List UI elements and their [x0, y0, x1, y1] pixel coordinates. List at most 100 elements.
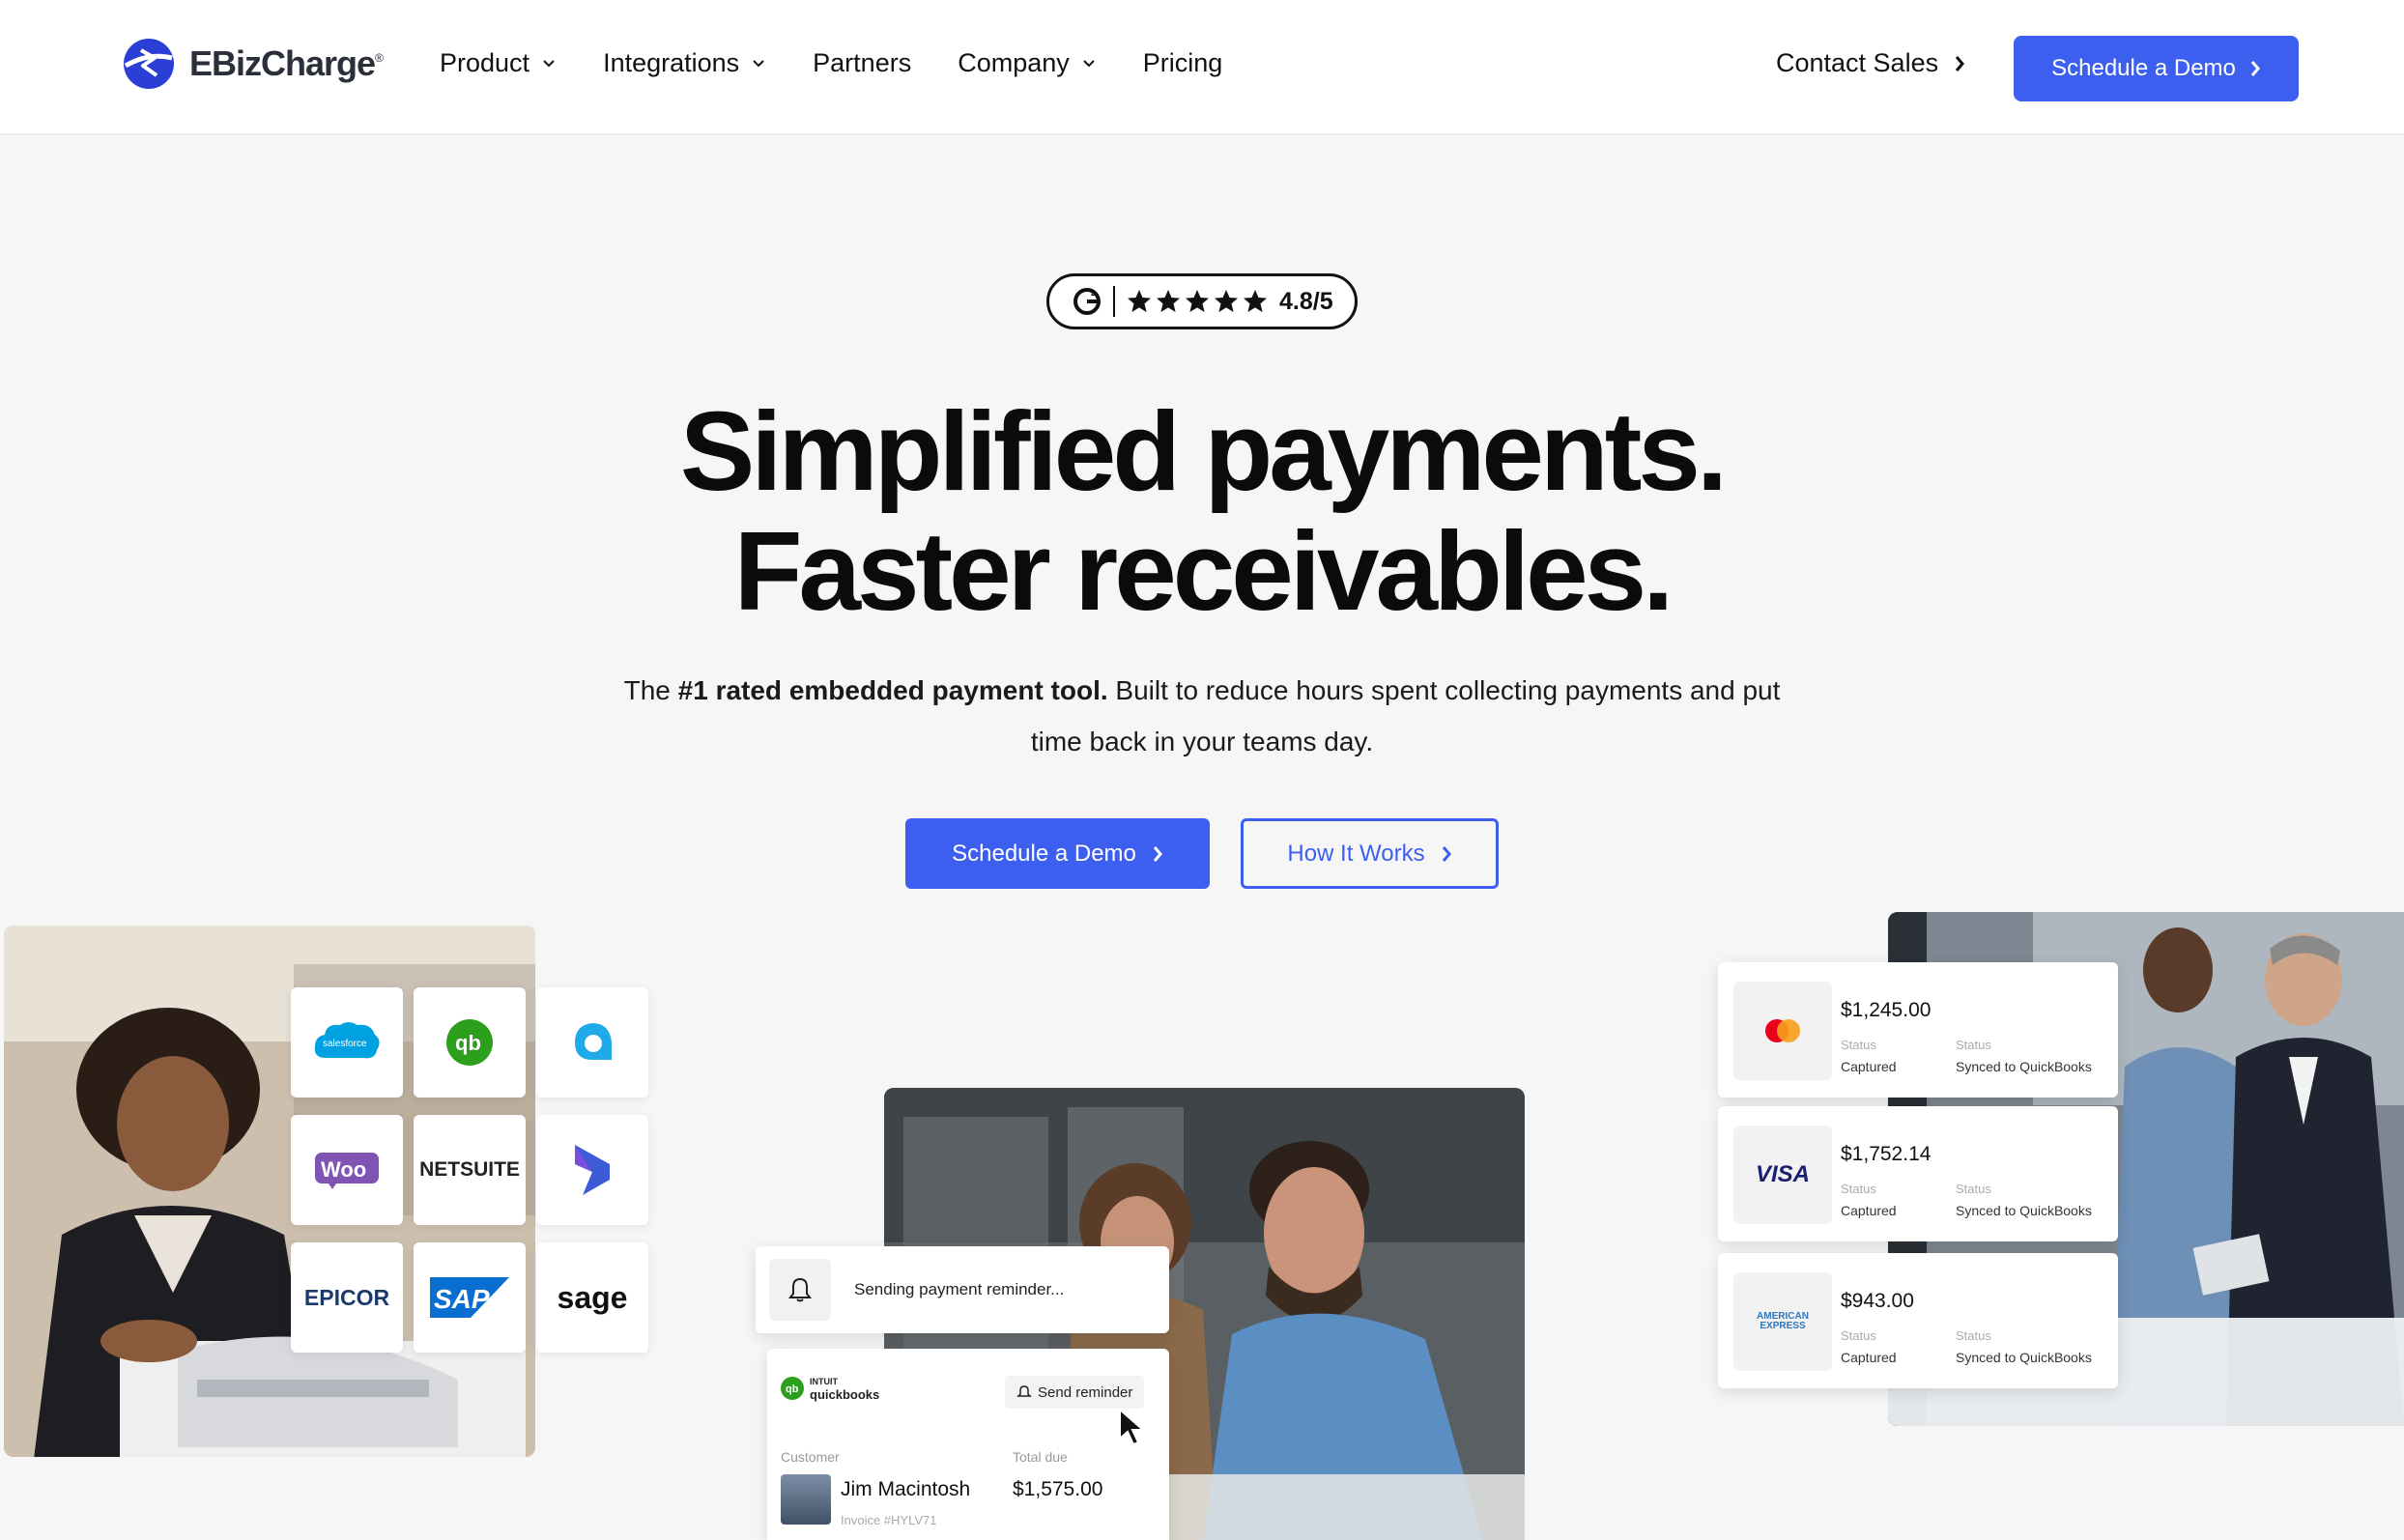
integration-epicor-tile[interactable]: EPICOR: [291, 1242, 403, 1353]
how-it-works-label: How It Works: [1287, 840, 1425, 867]
status-label: Status: [1841, 1328, 1876, 1343]
star-icon: [1215, 290, 1238, 312]
nav-company-label: Company: [958, 48, 1070, 77]
salesforce-logo-icon: salesforce: [314, 1022, 380, 1059]
chevron-right-icon: [1442, 845, 1451, 862]
payment-amount: $1,752.14: [1841, 1143, 1932, 1165]
sap-logo-icon: SAP: [430, 1277, 509, 1318]
nav-pricing-label: Pricing: [1142, 48, 1223, 77]
reminder-status-text: Sending payment reminder...: [854, 1280, 1065, 1298]
schedule-demo-button[interactable]: Schedule a Demo: [905, 818, 1210, 889]
star-icon: [1128, 290, 1151, 312]
site-header: EBizCharge® Product Integrations Partner…: [0, 0, 2404, 135]
chevron-down-icon: [543, 59, 555, 67]
g2-icon: 2: [1073, 288, 1101, 315]
integration-dynamics-tile[interactable]: [536, 1115, 648, 1225]
subtext-emphasis: #1 rated embedded payment tool.: [677, 675, 1108, 705]
star-icon: [1186, 290, 1209, 312]
integration-sap-tile[interactable]: SAP: [414, 1242, 526, 1353]
amex-logo-icon: AMERICAN EXPRESS: [1733, 1272, 1832, 1371]
mastercard-logo-icon: [1733, 982, 1832, 1080]
integration-salesforce-tile[interactable]: salesforce: [291, 987, 403, 1098]
svg-text:2: 2: [1091, 289, 1096, 298]
woocommerce-logo-icon: Woo: [315, 1153, 379, 1189]
nav-partners[interactable]: Partners: [813, 48, 911, 78]
nav-pricing[interactable]: Pricing: [1143, 48, 1223, 78]
nav-partners-label: Partners: [813, 48, 912, 77]
hero-headline: Simplified payments. Faster receivables.: [0, 391, 2404, 631]
status-captured: Captured: [1841, 1059, 1897, 1074]
chevron-down-icon: [753, 59, 764, 67]
schedule-demo-label: Schedule a Demo: [952, 840, 1136, 867]
hero-subtext: The #1 rated embedded payment tool. Buil…: [623, 675, 1781, 756]
nav-company[interactable]: Company: [958, 48, 1097, 78]
main-nav: Product Integrations Partners Company Pr…: [440, 48, 1269, 78]
status-label: Status: [1841, 1038, 1876, 1052]
nav-integrations-label: Integrations: [603, 48, 740, 77]
dynamics-logo-icon: [575, 1145, 610, 1195]
svg-text:SAP: SAP: [434, 1284, 490, 1314]
status-captured: Captured: [1841, 1350, 1897, 1365]
schedule-demo-label: Schedule a Demo: [2051, 55, 2236, 81]
chevron-right-icon: [2250, 61, 2260, 76]
headline-line-1: Simplified payments.: [679, 388, 1728, 514]
schedule-demo-button-header[interactable]: Schedule a Demo: [2014, 36, 2299, 101]
avatar: [781, 1474, 831, 1525]
logo-text: EBizCharge®: [189, 43, 384, 83]
quickbooks-brand: qb INTUIT quickbooks: [781, 1376, 879, 1401]
star-icon: [1157, 290, 1180, 312]
chevron-right-icon: [1153, 845, 1162, 862]
nav-integrations[interactable]: Integrations: [603, 48, 766, 78]
payment-reminder-toast: Sending payment reminder...: [756, 1246, 1169, 1333]
how-it-works-button[interactable]: How It Works: [1241, 818, 1499, 889]
integration-woocommerce-tile[interactable]: Woo: [291, 1115, 403, 1225]
epicor-logo-icon: EPICOR: [303, 1284, 390, 1310]
rating-score: 4.8/5: [1279, 287, 1333, 315]
visa-logo-icon: VISA: [1733, 1126, 1832, 1224]
integration-quickbooks-tile[interactable]: qb: [414, 987, 526, 1098]
status-label: Status: [1956, 1038, 1991, 1052]
integration-acumatica-tile[interactable]: [536, 987, 648, 1098]
integration-sage-tile[interactable]: sage: [536, 1242, 648, 1353]
payment-amount: $943.00: [1841, 1290, 1914, 1312]
bell-icon: [1016, 1385, 1032, 1397]
nav-product[interactable]: Product: [440, 48, 557, 78]
logo[interactable]: EBizCharge®: [122, 37, 384, 91]
mouse-cursor-icon: [1119, 1408, 1146, 1446]
star-rating: [1127, 289, 1272, 314]
chevron-down-icon: [1083, 59, 1095, 67]
customer-name: Jim Macintosh: [841, 1478, 971, 1500]
integration-netsuite-tile[interactable]: NETSUITE: [414, 1115, 526, 1225]
payment-card-mastercard: $1,245.00 Status Status Captured Synced to Q…: [1718, 962, 2118, 1098]
svg-text:Woo: Woo: [321, 1157, 366, 1182]
acumatica-logo-icon: [575, 1023, 612, 1060]
send-reminder-button[interactable]: Send reminder: [1005, 1376, 1145, 1409]
contact-sales-link[interactable]: Contact Sales: [1776, 48, 1967, 78]
status-label: Status: [1956, 1328, 1991, 1343]
status-captured: Captured: [1841, 1203, 1897, 1218]
status-synced: Synced to QuickBooks: [1956, 1350, 2092, 1365]
payment-card-visa: VISA $1,752.14 Status Status Captured Synced …: [1718, 1106, 2118, 1241]
payment-amount: $1,245.00: [1841, 999, 1932, 1021]
sage-logo-icon: sage: [557, 1279, 628, 1315]
chevron-right-icon: [1955, 55, 1965, 71]
ebizcharge-logo-icon: [124, 39, 174, 89]
total-due-amount: $1,575.00: [1013, 1478, 1103, 1500]
quickbooks-icon: qb: [781, 1377, 804, 1400]
rating-divider: [1113, 286, 1115, 317]
customer-label: Customer: [781, 1449, 840, 1465]
netsuite-logo-icon: NETSUITE: [419, 1158, 520, 1181]
invoice-card: qb INTUIT quickbooks Send reminder Custom…: [767, 1349, 1169, 1540]
quickbooks-wordmark: INTUIT quickbooks: [810, 1377, 880, 1402]
headline-line-2: Faster receivables.: [733, 508, 1674, 634]
svg-text:qb: qb: [786, 1383, 799, 1395]
status-label: Status: [1956, 1182, 1991, 1196]
invoice-number: Invoice #HYLV71: [841, 1513, 937, 1527]
payment-card-amex: AMERICAN EXPRESS $943.00 Status Status Captu…: [1718, 1253, 2118, 1388]
nav-product-label: Product: [440, 48, 530, 77]
quickbooks-logo-icon: qb: [446, 1019, 493, 1066]
send-reminder-label: Send reminder: [1038, 1383, 1133, 1401]
svg-text:qb: qb: [455, 1031, 481, 1055]
svg-text:salesforce: salesforce: [323, 1039, 367, 1049]
rating-badge: 2 4.8/5: [1046, 273, 1358, 329]
